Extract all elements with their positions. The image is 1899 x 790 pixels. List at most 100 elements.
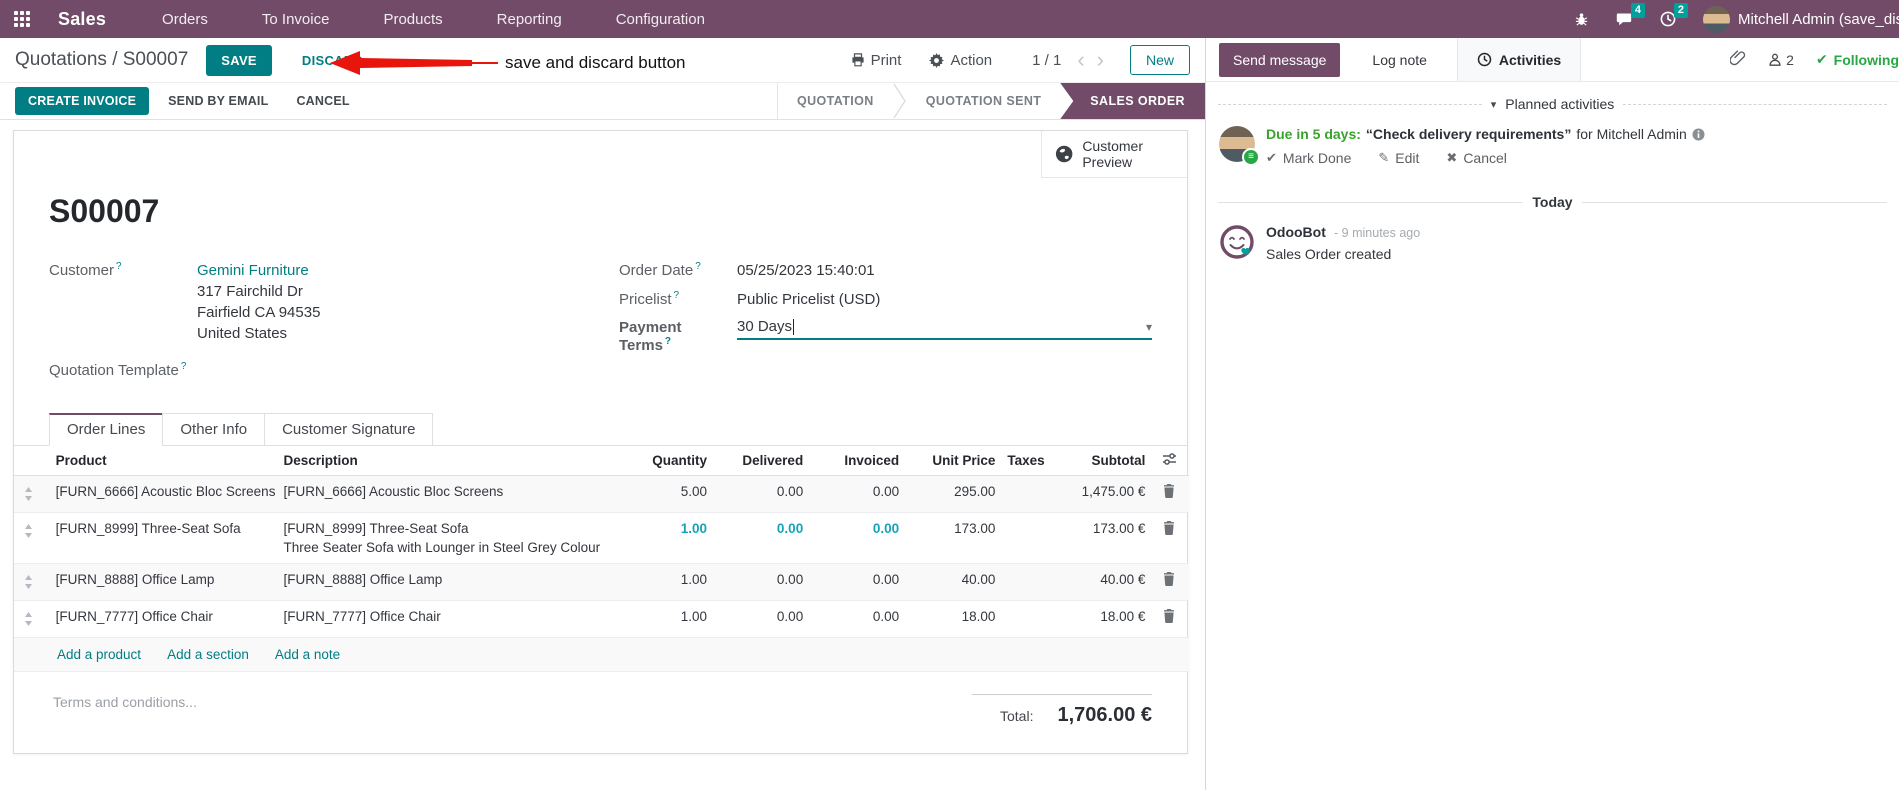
tab-other-info[interactable]: Other Info: [162, 413, 266, 446]
description-cell[interactable]: [FURN_8999] Three-Seat Sofa Three Seater …: [279, 512, 624, 564]
activities-button[interactable]: Activities: [1456, 38, 1582, 81]
tab-order-lines[interactable]: Order Lines: [49, 413, 164, 446]
add-a-product-link[interactable]: Add a product: [57, 647, 141, 662]
quantity-cell[interactable]: 5.00: [623, 475, 712, 513]
col-invoiced[interactable]: Invoiced: [807, 446, 904, 476]
menu-configuration[interactable]: Configuration: [616, 11, 705, 28]
chevron-down-icon[interactable]: ▾: [1146, 320, 1152, 334]
send-by-email-button[interactable]: SEND BY EMAIL: [159, 87, 277, 115]
taxes-cell[interactable]: [999, 475, 1070, 513]
col-delivered[interactable]: Delivered: [711, 446, 808, 476]
order-line-row[interactable]: [FURN_6666] Acoustic Bloc Screens [FURN_6…: [14, 475, 1189, 513]
delivered-cell[interactable]: 0.00: [711, 563, 808, 601]
log-note-button[interactable]: Log note: [1366, 51, 1433, 69]
customer-link[interactable]: Gemini Furniture: [197, 262, 309, 279]
activity-mark-done-button[interactable]: ✔ Mark Done: [1266, 150, 1351, 166]
send-message-button[interactable]: Send message: [1219, 42, 1341, 77]
product-cell[interactable]: [FURN_7777] Office Chair: [43, 600, 280, 638]
delete-line-icon[interactable]: [1149, 563, 1189, 601]
print-button[interactable]: Print: [851, 52, 901, 69]
status-quotation[interactable]: QUOTATION: [778, 83, 893, 119]
invoiced-cell[interactable]: 0.00: [807, 563, 904, 601]
action-button[interactable]: Action: [929, 52, 992, 69]
customer-preview-button[interactable]: Customer Preview: [1041, 131, 1187, 178]
payment-terms-input[interactable]: 30 Days ▾: [737, 318, 1152, 340]
invoiced-cell[interactable]: 0.00: [807, 475, 904, 513]
invoiced-cell[interactable]: 0.00: [807, 512, 904, 564]
add-a-note-link[interactable]: Add a note: [275, 647, 340, 662]
tab-customer-signature[interactable]: Customer Signature: [264, 413, 434, 446]
menu-reporting[interactable]: Reporting: [497, 11, 562, 28]
planned-activities-divider[interactable]: ▾ Planned activities: [1218, 96, 1888, 112]
save-button[interactable]: SAVE: [206, 44, 272, 76]
menu-orders[interactable]: Orders: [162, 11, 208, 28]
col-product[interactable]: Product: [43, 446, 280, 476]
unit-price-cell[interactable]: 295.00: [903, 475, 1000, 513]
order-line-row[interactable]: [FURN_7777] Office Chair [FURN_7777] Offi…: [14, 600, 1189, 638]
status-quotation-sent[interactable]: QUOTATION SENT: [907, 83, 1061, 119]
order-line-row[interactable]: [FURN_8888] Office Lamp [FURN_8888] Offic…: [14, 563, 1189, 601]
attachment-paperclip-icon[interactable]: [1729, 49, 1746, 70]
add-a-section-link[interactable]: Add a section: [167, 647, 249, 662]
description-cell[interactable]: [FURN_7777] Office Chair: [279, 600, 624, 638]
order-date-field[interactable]: 05/25/2023 15:40:01: [737, 260, 875, 281]
quantity-cell[interactable]: 1.00: [623, 563, 712, 601]
drag-handle-icon[interactable]: [14, 475, 44, 513]
invoiced-cell[interactable]: 0.00: [807, 600, 904, 638]
pricelist-field[interactable]: Public Pricelist (USD): [737, 289, 880, 310]
terms-placeholder[interactable]: Terms and conditions...: [53, 694, 197, 727]
debug-bug-icon[interactable]: [1574, 12, 1589, 27]
pager-next-icon[interactable]: ›: [1097, 49, 1104, 71]
delivered-cell[interactable]: 0.00: [711, 600, 808, 638]
info-icon[interactable]: [1692, 128, 1705, 141]
status-sales-order[interactable]: SALES ORDER: [1060, 83, 1205, 119]
product-cell[interactable]: [FURN_8888] Office Lamp: [43, 563, 280, 601]
taxes-cell[interactable]: [999, 512, 1070, 564]
taxes-cell[interactable]: [999, 600, 1070, 638]
create-invoice-button[interactable]: CREATE INVOICE: [15, 87, 150, 115]
drag-handle-icon[interactable]: [14, 512, 44, 564]
menu-products[interactable]: Products: [383, 11, 442, 28]
taxes-cell[interactable]: [999, 563, 1070, 601]
breadcrumb-quotations[interactable]: Quotations: [15, 49, 107, 70]
order-line-row[interactable]: [FURN_8999] Three-Seat Sofa [FURN_8999] T…: [14, 512, 1189, 564]
quantity-cell[interactable]: 1.00: [623, 512, 712, 564]
apps-grid-icon[interactable]: [14, 11, 30, 27]
quantity-cell[interactable]: 1.00: [623, 600, 712, 638]
description-cell[interactable]: [FURN_6666] Acoustic Bloc Screens: [279, 475, 624, 513]
delivered-cell[interactable]: 0.00: [711, 475, 808, 513]
unit-price-cell[interactable]: 173.00: [903, 512, 1000, 564]
followers-count: 2: [1786, 51, 1794, 68]
messages-icon[interactable]: 4: [1616, 3, 1645, 27]
description-cell[interactable]: [FURN_8888] Office Lamp: [279, 563, 624, 601]
col-quantity[interactable]: Quantity: [623, 446, 712, 476]
optional-columns-icon[interactable]: [1149, 446, 1189, 476]
delete-line-icon[interactable]: [1149, 512, 1189, 564]
drag-handle-icon[interactable]: [14, 600, 44, 638]
message-author[interactable]: OdooBot: [1266, 224, 1326, 240]
app-name-sales[interactable]: Sales: [58, 9, 106, 30]
col-taxes[interactable]: Taxes: [999, 446, 1070, 476]
activity-edit-button[interactable]: ✎ Edit: [1378, 150, 1419, 166]
drag-handle-icon[interactable]: [14, 563, 44, 601]
followers-button[interactable]: 2: [1768, 52, 1794, 68]
activities-clock-icon[interactable]: 2: [1660, 3, 1688, 27]
delete-line-icon[interactable]: [1149, 475, 1189, 513]
cancel-button[interactable]: CANCEL: [287, 87, 358, 115]
product-cell[interactable]: [FURN_8999] Three-Seat Sofa: [43, 512, 280, 564]
pager-prev-icon[interactable]: ‹: [1077, 49, 1084, 71]
following-button[interactable]: ✔ Following: [1816, 51, 1899, 68]
unit-price-cell[interactable]: 40.00: [903, 563, 1000, 601]
unit-price-cell[interactable]: 18.00: [903, 600, 1000, 638]
new-button[interactable]: New: [1129, 45, 1190, 75]
col-unit-price[interactable]: Unit Price: [903, 446, 1000, 476]
product-cell[interactable]: [FURN_6666] Acoustic Bloc Screens: [43, 475, 280, 513]
activity-cancel-button[interactable]: ✖ Cancel: [1446, 150, 1507, 166]
col-description[interactable]: Description: [279, 446, 624, 476]
delivered-cell[interactable]: 0.00: [711, 512, 808, 564]
delete-line-icon[interactable]: [1149, 600, 1189, 638]
menu-to-invoice[interactable]: To Invoice: [262, 11, 330, 28]
breadcrumb: Quotations / S00007: [15, 49, 188, 71]
user-menu[interactable]: Mitchell Admin (save_discar: [1703, 5, 1899, 33]
col-subtotal[interactable]: Subtotal: [1069, 446, 1150, 476]
